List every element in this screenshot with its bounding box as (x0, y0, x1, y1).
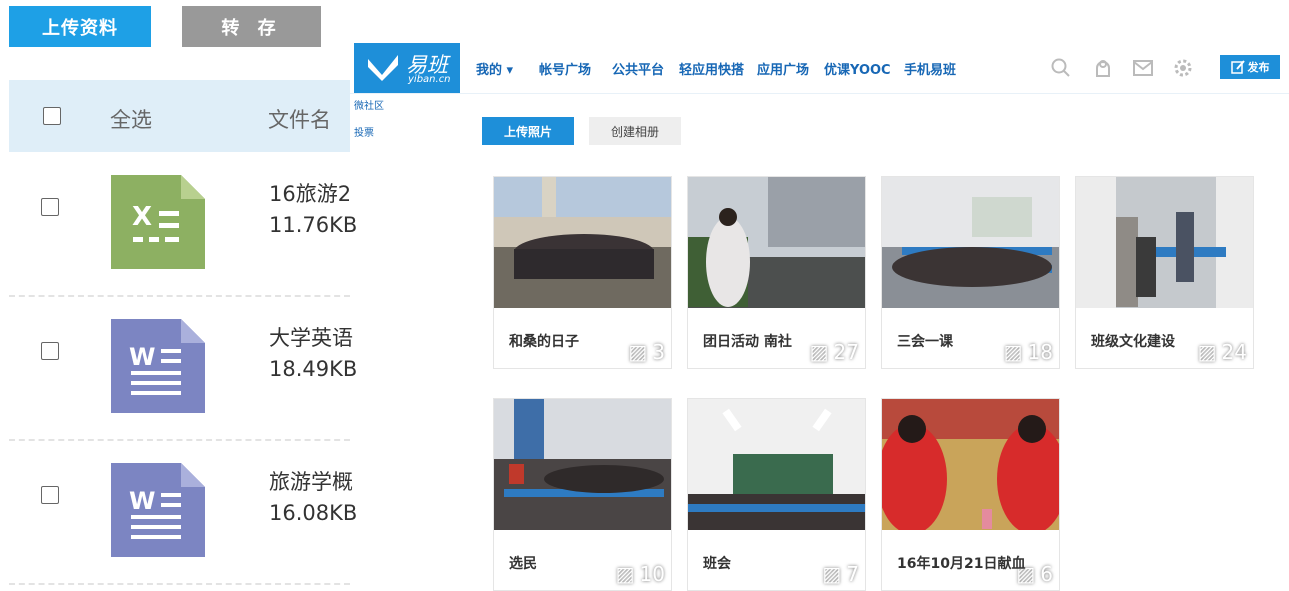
svg-text:X: X (132, 202, 152, 232)
nav-account-square[interactable]: 帐号广场 (539, 59, 591, 78)
file-name[interactable]: 大学英语 (269, 322, 353, 352)
album-card[interactable]: ▨ 6 16年10月21日献血 (881, 398, 1060, 591)
side-link-vote[interactable]: 投票 (354, 124, 374, 139)
photo-count: ▨ 24 (1198, 340, 1247, 364)
nav-my[interactable]: 我的 ▾ (476, 59, 513, 78)
user-icon[interactable] (1092, 57, 1114, 79)
publish-label: 发布 (1247, 61, 1270, 74)
image-icon: ▨ (822, 562, 842, 586)
album-cover-image (1076, 177, 1253, 308)
image-icon: ▨ (628, 340, 648, 364)
gear-icon[interactable] (1172, 57, 1194, 79)
album-card[interactable]: ▨ 18 三会一课 (881, 176, 1060, 369)
word-file-icon: W (111, 463, 205, 557)
nav-light-app[interactable]: 轻应用快搭 (679, 59, 744, 78)
filename-column-header: 文件名 (268, 108, 331, 132)
transfer-button[interactable]: 转 存 (182, 6, 321, 47)
nav-yooc[interactable]: 优课YOOC (824, 59, 891, 78)
image-icon: ▨ (615, 562, 635, 586)
logo-subtext: yiban.cn (408, 74, 451, 85)
photo-count-value: 7 (846, 562, 859, 586)
file-size: 16.08KB (269, 501, 358, 525)
album-card[interactable]: ▨ 10 选民 (493, 398, 672, 591)
photo-count: ▨ 18 (1004, 340, 1053, 364)
photo-count-value: 10 (639, 562, 665, 586)
file-row[interactable]: X 16旅游2 11.76KB (9, 152, 357, 297)
album-card[interactable]: ▨ 3 和桑的日子 (493, 176, 672, 369)
album-cover-image (882, 399, 1059, 530)
album-title[interactable]: 班级文化建设 (1091, 331, 1175, 351)
upload-photo-button[interactable]: 上传照片 (482, 117, 574, 145)
album-card[interactable]: ▨ 24 班级文化建设 (1075, 176, 1254, 369)
file-name[interactable]: 旅游学概 (269, 466, 353, 496)
yiban-logo[interactable]: 易班 yiban.cn (354, 43, 460, 93)
photo-count-value: 24 (1221, 340, 1247, 364)
photo-count-value: 6 (1040, 562, 1053, 586)
photo-count: ▨ 3 (628, 340, 665, 364)
create-album-button[interactable]: 创建相册 (589, 117, 681, 145)
album-cover-image (688, 177, 865, 308)
album-cover-image (882, 177, 1059, 308)
album-cover-image (494, 177, 671, 308)
album-card[interactable]: ▨ 27 团日活动 南社 (687, 176, 866, 369)
photo-count-value: 3 (652, 340, 665, 364)
album-title[interactable]: 选民 (509, 553, 537, 573)
file-size: 18.49KB (269, 357, 358, 381)
publish-button[interactable]: 发布 (1220, 55, 1280, 79)
photo-count: ▨ 7 (822, 562, 859, 586)
nav-app-square[interactable]: 应用广场 (757, 59, 809, 78)
album-title[interactable]: 三会一课 (897, 331, 953, 351)
file-row[interactable]: W 大学英语 18.49KB (9, 296, 357, 441)
image-icon: ▨ (809, 340, 829, 364)
mail-icon[interactable] (1132, 57, 1154, 79)
file-checkbox[interactable] (41, 342, 59, 360)
search-icon[interactable] (1050, 57, 1072, 79)
album-title[interactable]: 班会 (703, 553, 731, 573)
album-cover-image (688, 399, 865, 530)
album-card[interactable]: ▨ 7 班会 (687, 398, 866, 591)
select-all-checkbox[interactable] (43, 107, 61, 125)
file-row[interactable]: W 旅游学概 16.08KB (9, 440, 357, 585)
word-file-icon: W (111, 319, 205, 413)
edit-icon (1230, 60, 1245, 74)
file-size: 11.76KB (269, 213, 358, 237)
image-icon: ▨ (1003, 340, 1023, 364)
nav-mobile-yiban[interactable]: 手机易班 (904, 59, 956, 78)
photo-count: ▨ 10 (616, 562, 665, 586)
image-icon: ▨ (1197, 340, 1217, 364)
album-cover-image (494, 399, 671, 530)
album-title[interactable]: 16年10月21日献血 (897, 553, 1025, 573)
svg-text:W: W (129, 343, 155, 371)
select-all-label[interactable]: 全选 (110, 104, 152, 134)
side-link-community[interactable]: 微社区 (354, 97, 384, 112)
photo-count-value: 18 (1027, 340, 1053, 364)
photo-count-value: 27 (833, 340, 859, 364)
file-checkbox[interactable] (41, 486, 59, 504)
upload-materials-button[interactable]: 上传资料 (9, 6, 151, 47)
svg-text:W: W (129, 487, 155, 515)
nav-public-platform[interactable]: 公共平台 (612, 59, 664, 78)
excel-file-icon: X (111, 175, 205, 269)
album-title[interactable]: 团日活动 南社 (703, 331, 792, 351)
top-navbar: 易班 yiban.cn 我的 ▾ 帐号广场 公共平台 轻应用快搭 应用广场 优课… (350, 43, 1289, 94)
yiban-panel: 易班 yiban.cn 我的 ▾ 帐号广场 公共平台 轻应用快搭 应用广场 优课… (350, 0, 1289, 591)
file-name[interactable]: 16旅游2 (269, 178, 351, 208)
photo-count: ▨ 27 (810, 340, 859, 364)
logo-mark-icon (368, 55, 398, 81)
file-panel: 上传资料 转 存 全选 文件名 X 16旅游2 11.76KB W 大学英语 1… (0, 0, 357, 591)
album-title[interactable]: 和桑的日子 (509, 331, 579, 351)
file-table-header: 全选 文件名 (9, 80, 350, 152)
file-checkbox[interactable] (41, 198, 59, 216)
